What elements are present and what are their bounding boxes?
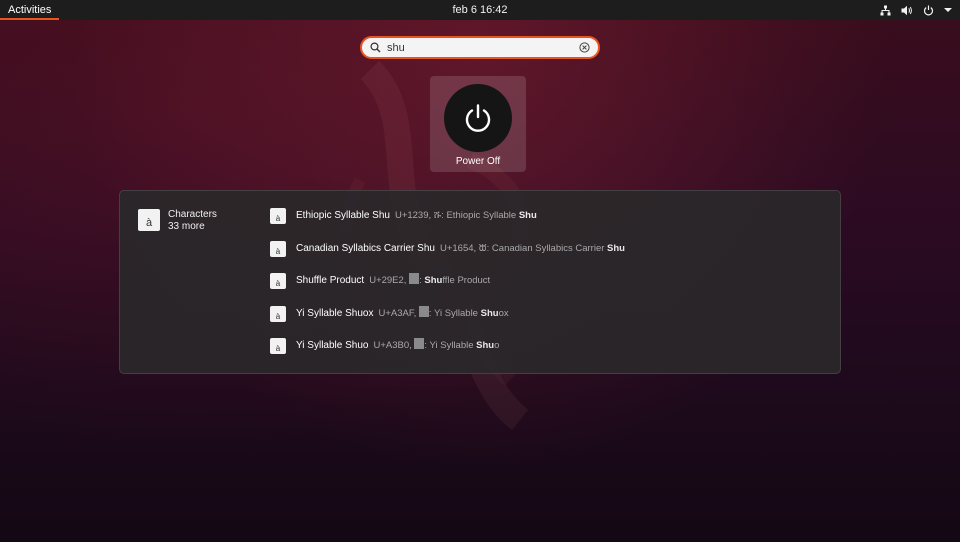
list-item[interactable]: à Canadian Syllabics Carrier Shu U+1654,… xyxy=(270,240,625,274)
character-icon: à xyxy=(270,338,286,354)
character-icon: à xyxy=(270,208,286,224)
provider-characters[interactable]: à Characters 33 more xyxy=(138,209,217,233)
clear-icon[interactable] xyxy=(579,42,590,53)
provider-more: 33 more xyxy=(168,221,205,232)
result-description: U+1654, ᙔ: Canadian Syllabics Carrier Sh… xyxy=(439,242,625,254)
list-item[interactable]: à Ethiopic Syllable Shu U+1239, ሹ: Ethio… xyxy=(270,208,625,241)
list-item[interactable]: à Yi Syllable Shuox U+A3AF, : Yi Syllabl… xyxy=(270,305,625,339)
power-icon[interactable] xyxy=(923,5,934,16)
character-icon: à xyxy=(270,305,286,322)
result-list: à Ethiopic Syllable Shu U+1239, ሹ: Ethio… xyxy=(270,208,625,371)
volume-icon[interactable] xyxy=(901,5,913,16)
list-item[interactable]: à Shuffle Product U+29E2, : Shuffle Prod… xyxy=(270,273,625,306)
missing-glyph-box xyxy=(409,273,420,284)
dropdown-arrow-icon[interactable] xyxy=(944,7,952,13)
missing-glyph-box xyxy=(418,305,429,317)
result-description: U+29E2, : Shuffle Product xyxy=(369,273,491,286)
result-title: Yi Syllable Shuox xyxy=(296,307,374,319)
characters-app-icon: à xyxy=(138,209,160,231)
search-field[interactable] xyxy=(360,36,600,59)
clock[interactable]: feb 6 16:42 xyxy=(446,4,513,16)
clock-container: feb 6 16:42 xyxy=(0,0,960,20)
result-title: Shuffle Product xyxy=(296,275,365,286)
result-title: Ethiopic Syllable Shu xyxy=(296,210,390,221)
result-title: Yi Syllable Shuo xyxy=(296,340,369,351)
system-tray[interactable] xyxy=(880,0,952,20)
power-off-icon xyxy=(444,84,512,152)
search-icon xyxy=(370,42,381,53)
list-item[interactable]: à Yi Syllable Shuo U+A3B0, : Yi Syllable… xyxy=(270,338,625,371)
search-input[interactable] xyxy=(387,41,567,54)
provider-name: Characters xyxy=(168,209,217,220)
network-icon[interactable] xyxy=(880,5,891,16)
missing-glyph-box xyxy=(414,338,425,349)
character-icon: à xyxy=(270,240,286,257)
result-description: U+1239, ሹ: Ethiopic Syllable Shu xyxy=(394,210,537,221)
result-description: U+A3B0, : Yi Syllable Shuo xyxy=(373,338,500,351)
result-title: Canadian Syllabics Carrier Shu xyxy=(296,242,435,254)
app-result-power-off[interactable]: Power Off xyxy=(430,76,526,172)
character-icon: à xyxy=(270,273,286,289)
app-result-label: Power Off xyxy=(455,156,501,167)
result-description: U+A3AF, : Yi Syllable Shuox xyxy=(378,305,509,319)
search-results-panel: à Characters 33 more à Ethiopic Syllable… xyxy=(119,190,841,374)
top-bar: Activities feb 6 16:42 xyxy=(0,0,960,20)
activities-button[interactable]: Activities xyxy=(0,0,60,20)
